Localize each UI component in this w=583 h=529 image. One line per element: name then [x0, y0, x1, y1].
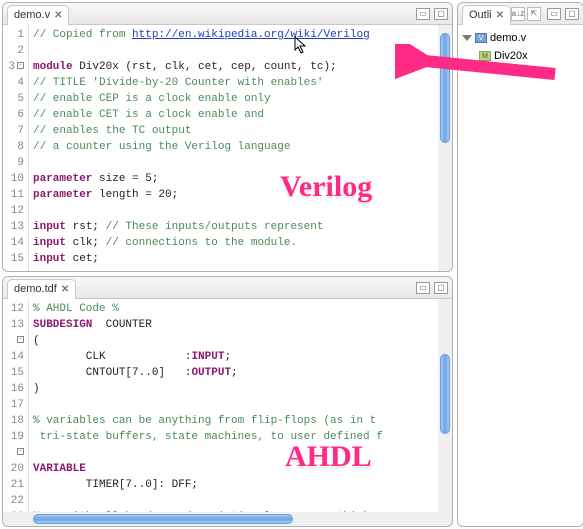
outline-tab-row: Outli ✕ a↓z ⇱ ▭ ▢: [458, 3, 583, 25]
maximize-icon[interactable]: ▢: [565, 8, 579, 20]
outline-item-module[interactable]: M Div20x: [462, 47, 579, 65]
sort-alpha-icon[interactable]: a↓z: [511, 7, 525, 21]
tab-outline[interactable]: Outli ✕: [462, 5, 511, 25]
vertical-scrollbar[interactable]: [438, 25, 452, 271]
scrollbar-thumb[interactable]: [33, 514, 293, 524]
verilog-file-icon: V: [475, 33, 487, 43]
editor-tab-row: demo.tdf ✕ ▭ ▢: [3, 277, 452, 299]
code-area[interactable]: // Copied from http://en.wikipedia.org/w…: [29, 25, 438, 271]
code-area[interactable]: % AHDL Code %SUBDESIGN COUNTER( CLK :INP…: [29, 299, 438, 512]
outline-item-file[interactable]: V demo.v: [462, 29, 579, 47]
close-icon[interactable]: ✕: [54, 10, 62, 21]
tab-label: demo.tdf: [14, 283, 57, 295]
scrollbar-thumb[interactable]: [440, 354, 450, 434]
minimize-icon[interactable]: ▭: [416, 282, 430, 294]
outline-item-label: Div20x: [494, 50, 528, 62]
outline-tree[interactable]: V demo.v M Div20x: [458, 25, 583, 526]
editor-body-verilog[interactable]: 123-456789101112131415 // Copied from ht…: [3, 25, 452, 271]
minimize-icon[interactable]: ▭: [416, 8, 430, 20]
outline-item-label: demo.v: [490, 32, 526, 44]
editor-tab-row: demo.v ✕ ▭ ▢: [3, 3, 452, 25]
line-gutter: 123-456789101112131415: [3, 25, 29, 271]
tab-demo-tdf[interactable]: demo.tdf ✕: [7, 279, 76, 299]
close-icon[interactable]: ✕: [61, 284, 69, 295]
maximize-icon[interactable]: ▢: [434, 8, 448, 20]
line-gutter: 1213-141516171819-202122232425-26: [3, 299, 29, 512]
module-icon: M: [479, 51, 491, 61]
collapse-tree-icon[interactable]: ⇱: [527, 7, 541, 21]
outline-panel: Outli ✕ a↓z ⇱ ▭ ▢ V demo.v: [457, 2, 583, 527]
scrollbar-thumb[interactable]: [440, 33, 450, 143]
minimize-icon[interactable]: ▭: [547, 8, 561, 20]
tab-demo-v[interactable]: demo.v ✕: [7, 5, 69, 25]
editor-body-ahdl[interactable]: 1213-141516171819-202122232425-26 % AHDL…: [3, 299, 452, 526]
chevron-down-icon[interactable]: [462, 35, 472, 41]
maximize-icon[interactable]: ▢: [434, 282, 448, 294]
horizontal-scrollbar[interactable]: [3, 512, 452, 526]
editor-panel-ahdl: demo.tdf ✕ ▭ ▢ 1213-141516171819-2021222…: [2, 276, 453, 527]
tab-label: Outli: [469, 9, 492, 21]
close-icon[interactable]: ✕: [496, 10, 504, 21]
vertical-scrollbar[interactable]: [438, 299, 452, 512]
editor-panel-verilog: demo.v ✕ ▭ ▢ 123-456789101112131415 // C…: [2, 2, 453, 272]
tab-label: demo.v: [14, 9, 50, 21]
